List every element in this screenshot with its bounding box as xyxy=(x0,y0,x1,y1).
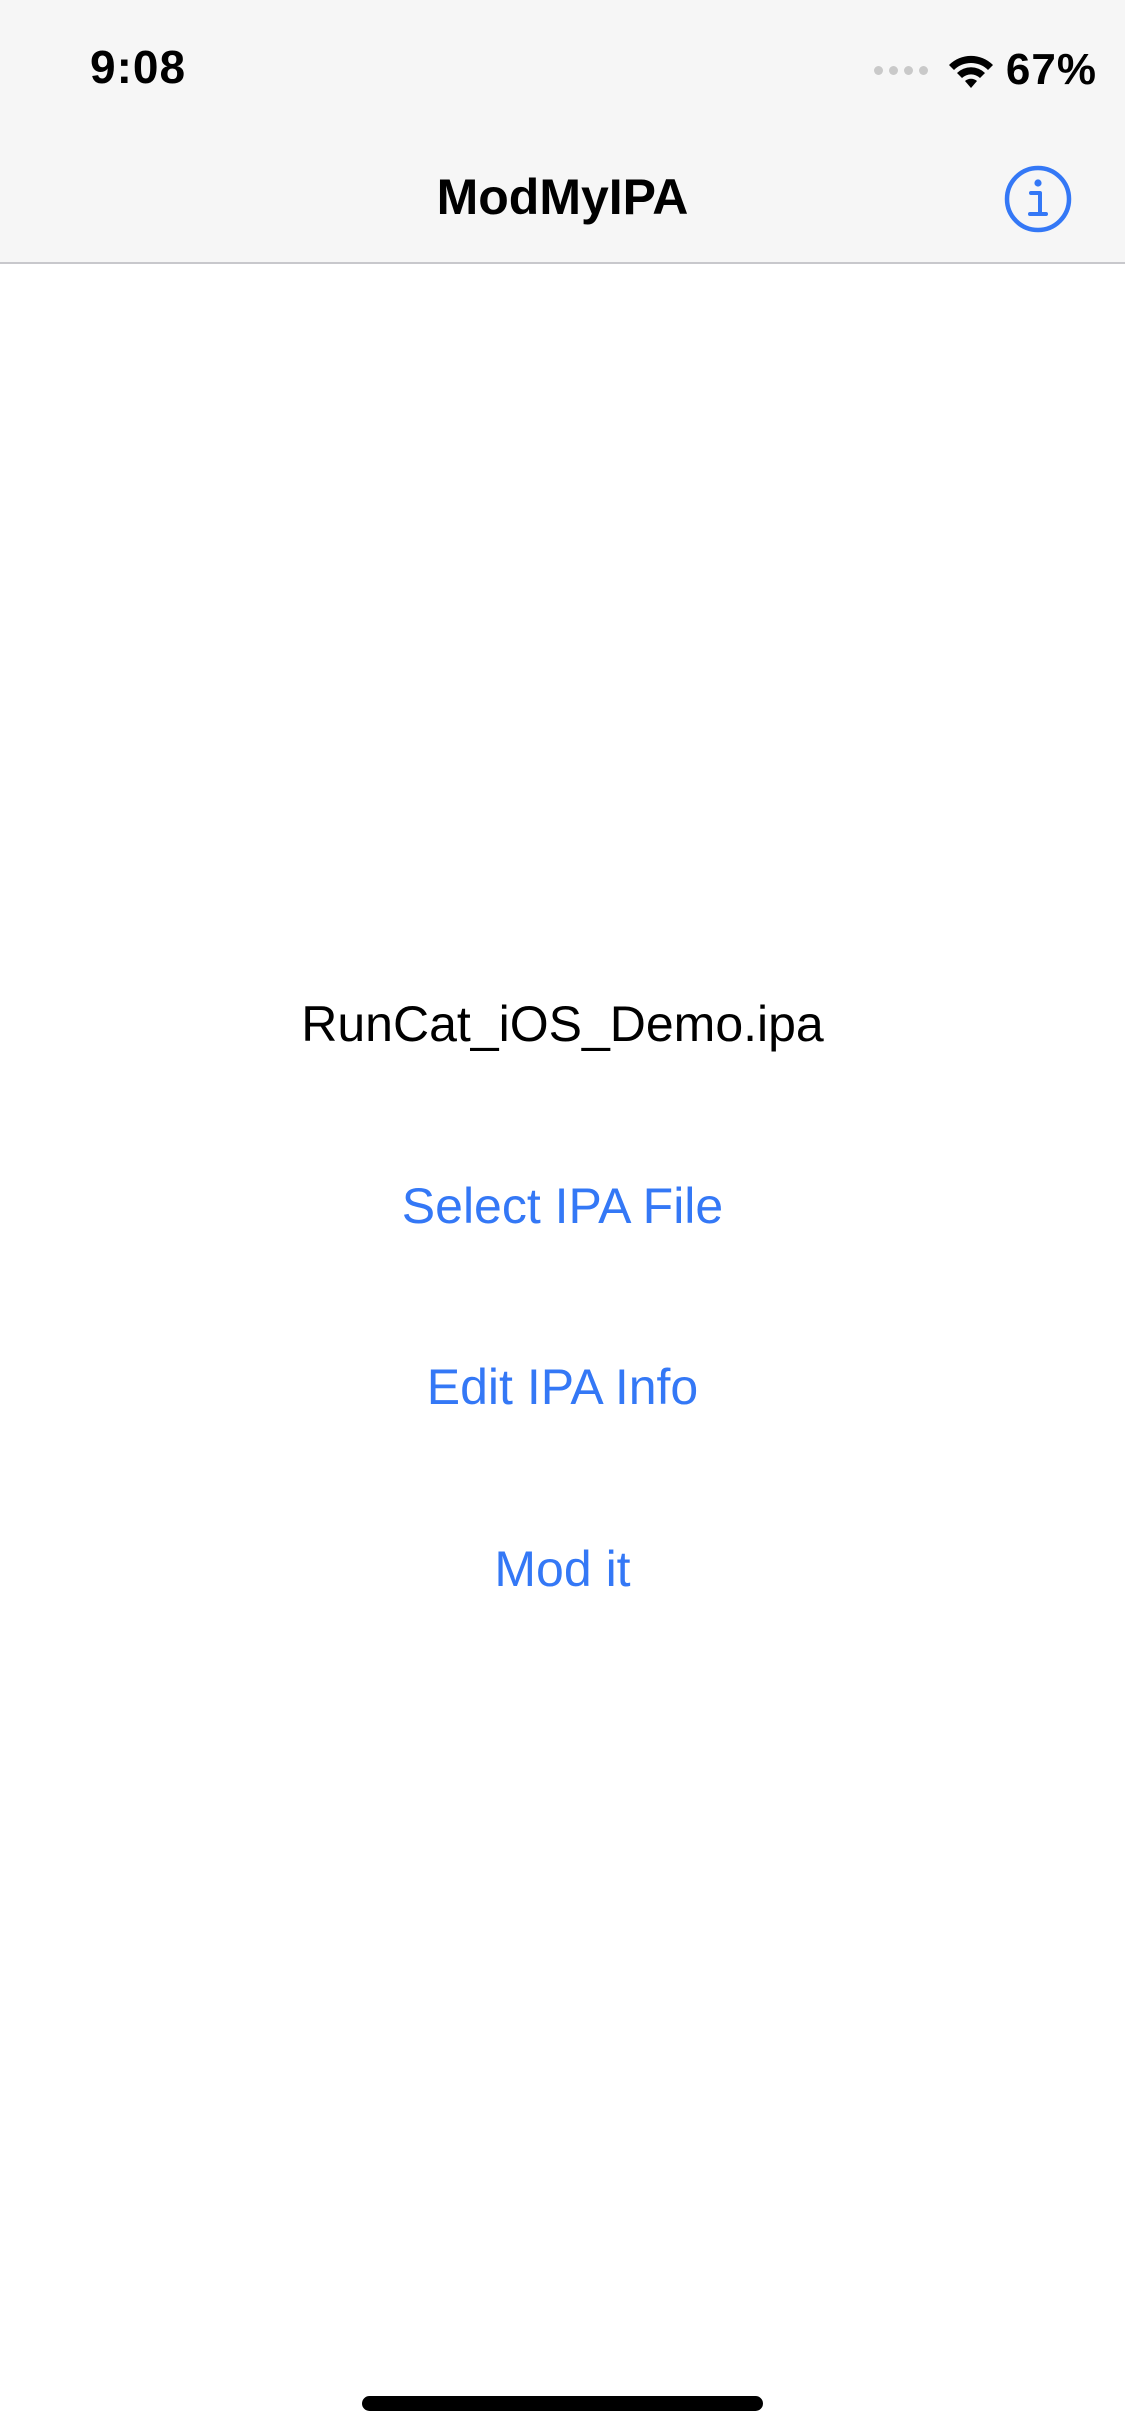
info-button[interactable] xyxy=(1002,163,1074,235)
wifi-icon xyxy=(948,55,993,88)
edit-ipa-info-button[interactable]: Edit IPA Info xyxy=(0,1358,1125,1416)
mod-it-button[interactable]: Mod it xyxy=(0,1540,1125,1598)
selected-file-name: RunCat_iOS_Demo.ipa xyxy=(301,996,824,1052)
status-icons: 67% xyxy=(873,42,1097,98)
battery-percentage: 67% xyxy=(1005,45,1097,94)
home-indicator[interactable] xyxy=(362,2396,763,2411)
page-title: ModMyIPA xyxy=(436,169,689,225)
info-circle-icon xyxy=(1004,165,1072,233)
select-ipa-file-button[interactable]: Select IPA File xyxy=(0,1177,1125,1235)
signal-dots-icon xyxy=(873,65,928,75)
status-time: 9:08 xyxy=(90,41,187,93)
top-bar: 9:08 67% ModMyIPA xyxy=(0,0,1125,264)
